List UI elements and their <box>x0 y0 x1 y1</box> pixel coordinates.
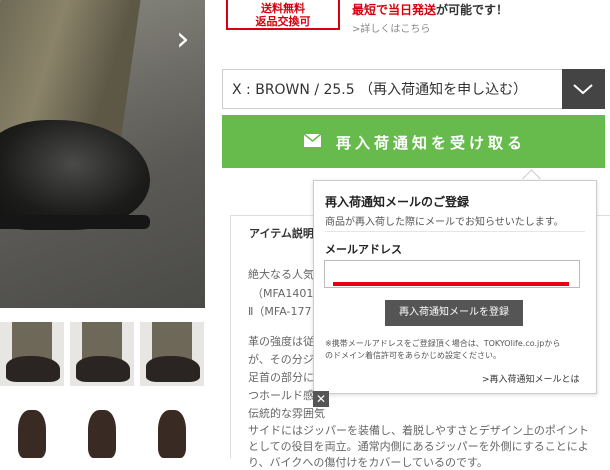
popup-note-line: ※携帯メールアドレスをご登録頂く場合は、TOKYOlife.co.jpから <box>325 339 561 348</box>
popup-subtitle: 商品が再入荷した際にメールでお知らせいたします。 <box>325 217 564 228</box>
thumbnail-2[interactable] <box>70 322 134 386</box>
thumbnail-6[interactable] <box>140 402 204 462</box>
variant-select-value: X : BROWN / 25.5 （再入荷通知を申し込む） <box>232 82 528 98</box>
thumbnail-1[interactable] <box>0 322 64 386</box>
close-popup-icon[interactable]: ✕ <box>313 391 329 407</box>
description-line: が、その分ジ <box>248 353 314 366</box>
description-line: 伝統的な雰囲気 <box>248 407 325 420</box>
boot-graphic <box>0 120 150 230</box>
thumbnail-3[interactable] <box>140 322 204 386</box>
restock-email-help-link[interactable]: >再入荷通知メールとは <box>482 372 580 385</box>
main-product-image: › <box>0 0 205 308</box>
description-line: 足首の部分に <box>248 371 314 384</box>
email-field-label: メールアドレス <box>325 243 402 256</box>
register-restock-email-button[interactable]: 再入荷通知メールを登録 <box>385 300 523 326</box>
description-line: サイドにはジッパーを装備し、着脱しやすさとデザイン上のポイント <box>248 424 589 437</box>
tab-item-description[interactable]: アイテム説明 <box>249 225 314 241</box>
restock-notify-button[interactable]: 再入荷通知を受け取る <box>222 115 605 168</box>
mail-icon <box>304 134 321 147</box>
email-field[interactable] <box>324 260 580 288</box>
same-day-suffix: が可能です！ <box>436 3 509 17</box>
same-day-shipping-text: 最短で当日発送が可能です！ <box>352 1 508 18</box>
next-image-chevron-icon[interactable]: › <box>176 22 190 56</box>
variant-select-toggle[interactable] <box>562 69 605 109</box>
thumbnail-4[interactable] <box>0 402 64 462</box>
same-day-highlight: 最短で当日発送 <box>352 3 437 17</box>
popup-note-line: のドメイン着信許可をあらかじめ設定ください。 <box>325 351 501 360</box>
chevron-down-icon <box>573 84 593 95</box>
popup-divider <box>325 231 585 232</box>
popup-title: 再入荷通知メールのご登録 <box>325 195 470 209</box>
free-shipping-badge: 送料無料 返品交換可 <box>226 0 340 30</box>
shipping-details-link[interactable]: >詳しくはこちら <box>352 20 430 35</box>
thumbnail-5[interactable] <box>70 402 134 462</box>
description-line: つホールド感 <box>248 389 314 402</box>
free-returns-text: 返品交換可 <box>255 15 311 28</box>
description-line: Ⅱ（MFA-177 <box>248 305 312 318</box>
description-line: としての役目を両立。通常内側にあるジッパーを外側にすることによ <box>248 440 589 453</box>
email-field-error-underline <box>333 282 569 286</box>
restock-notify-label: 再入荷通知を受け取る <box>336 134 527 152</box>
description-line: り、バイクへの傷付けをカバーしているのです。 <box>248 456 488 469</box>
free-shipping-text: 送料無料 <box>261 2 305 15</box>
boot-sole-graphic <box>0 215 150 229</box>
